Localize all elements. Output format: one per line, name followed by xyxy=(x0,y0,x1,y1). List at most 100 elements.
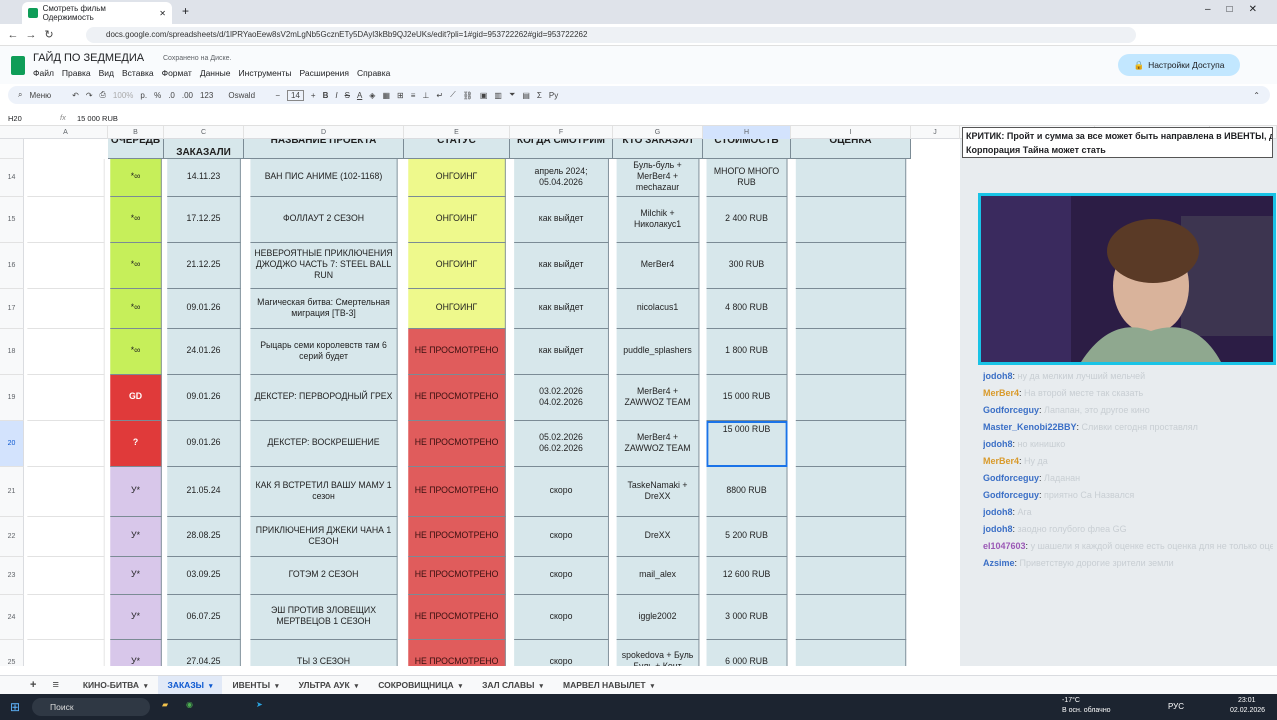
cell-title[interactable]: ГОТЭМ 2 СЕЗОН xyxy=(250,557,398,595)
cell-when[interactable]: 03.02.2026 04.02.2026 xyxy=(514,375,609,421)
sheets-logo-icon[interactable] xyxy=(11,56,25,75)
chevron-down-icon[interactable]: ▾ xyxy=(209,683,213,690)
empty-cell[interactable] xyxy=(27,595,105,640)
cell-title[interactable]: Рыцарь семи королевств там 6 серий будет xyxy=(250,329,398,375)
text-color-icon[interactable]: A xyxy=(357,91,362,100)
reload-icon[interactable]: ↻ xyxy=(40,28,58,41)
chat-username[interactable]: jodoh8 xyxy=(983,524,1013,534)
cell-price[interactable]: 5 200 RUB xyxy=(706,517,788,557)
column-header[interactable]: C xyxy=(164,126,244,139)
chat-username[interactable]: MerBer4 xyxy=(983,456,1019,466)
print-icon[interactable]: ⎙ xyxy=(100,90,106,100)
increase-decimal[interactable]: .00 xyxy=(182,91,193,100)
fill-color-icon[interactable]: ◈ xyxy=(369,91,375,100)
sheet-tab[interactable]: ЗАЛ СЛАВЫ ▾ xyxy=(472,676,553,695)
cell-when[interactable]: как выйдет xyxy=(514,197,609,243)
comment-icon[interactable]: ▣ xyxy=(480,91,488,100)
chat-username[interactable]: Godforceguy xyxy=(983,473,1039,483)
empty-cell[interactable] xyxy=(27,557,105,595)
new-tab-icon[interactable]: + xyxy=(182,4,189,18)
cell-queue[interactable]: *∞ xyxy=(110,289,162,329)
weather-temp[interactable]: -17°C xyxy=(1062,697,1080,704)
formula-input[interactable]: 15 000 RUB xyxy=(77,114,118,123)
row-header[interactable]: 23 xyxy=(0,557,24,595)
cell-title[interactable]: ЭШ ПРОТИВ ЗЛОВЕЩИХ МЕРТВЕЦОВ 1 СЕЗОН xyxy=(250,595,398,640)
sheet-tab[interactable]: МАРВЕЛ НАВЫЛЕТ ▾ xyxy=(553,676,664,695)
empty-cell[interactable] xyxy=(27,289,105,329)
empty-cell[interactable] xyxy=(27,329,105,375)
sheet-tab[interactable]: КИНО-БИТВА ▾ xyxy=(73,676,158,695)
cell-status[interactable]: ОНГОИНГ xyxy=(408,197,506,243)
cell-who[interactable]: spokedova + Буль Буль + Конт xyxy=(616,640,700,666)
column-header[interactable]: B xyxy=(108,126,164,139)
decrease-decimal[interactable]: .0 xyxy=(168,91,175,100)
empty-cell[interactable] xyxy=(27,375,105,421)
file-explorer-icon[interactable]: ▰ xyxy=(162,700,168,709)
cell-price[interactable]: 8800 RUB xyxy=(706,467,788,517)
cell-rating[interactable] xyxy=(795,517,907,557)
cell-when[interactable]: скоро xyxy=(514,557,609,595)
column-header[interactable]: F xyxy=(510,126,613,139)
menu-item[interactable]: Справка xyxy=(357,68,390,78)
cell-rating[interactable] xyxy=(795,467,907,517)
row-header[interactable]: 24 xyxy=(0,595,24,640)
empty-cell[interactable] xyxy=(27,421,105,467)
font-size-input[interactable]: 14 xyxy=(287,89,304,101)
cell-date[interactable]: 06.07.25 xyxy=(167,595,241,640)
address-bar[interactable]: docs.google.com/spreadsheets/d/1lPRYaoEe… xyxy=(86,27,1136,43)
empty-cell[interactable] xyxy=(27,243,105,289)
empty-cell[interactable] xyxy=(27,197,105,243)
search-menus-icon[interactable]: ⌕ xyxy=(18,90,22,100)
all-sheets-icon[interactable]: ≡ xyxy=(46,679,72,691)
cell-status[interactable]: НЕ ПРОСМОТРЕНО xyxy=(408,595,506,640)
chevron-down-icon[interactable]: ▾ xyxy=(540,683,544,690)
chat-username[interactable]: jodoh8 xyxy=(983,507,1013,517)
cell-date[interactable]: 03.09.25 xyxy=(167,557,241,595)
share-button[interactable]: 🔒 Настройки Доступа xyxy=(1118,54,1240,76)
cell-title[interactable]: Магическая битва: Смертельная миграция [… xyxy=(250,289,398,329)
font-size-increase-icon[interactable]: + xyxy=(311,91,316,100)
cell-when[interactable]: апрель 2024; 05.04.2026 xyxy=(514,159,609,197)
cell-date[interactable]: 09.01.26 xyxy=(167,421,241,467)
undo-icon[interactable]: ↶ xyxy=(72,91,79,100)
more-formats[interactable]: 123 xyxy=(200,91,213,100)
cell-when[interactable]: как выйдет xyxy=(514,243,609,289)
menu-search[interactable]: Меню xyxy=(29,91,51,100)
menu-item[interactable]: Инструменты xyxy=(239,68,292,78)
cell-who[interactable]: Буль-буль + MerBer4 + mechazaur xyxy=(616,159,700,197)
cell-when[interactable]: как выйдет xyxy=(514,329,609,375)
cell-when[interactable]: скоро xyxy=(514,517,609,557)
sheet-tab[interactable]: СОКРОВИЩНИЦА ▾ xyxy=(368,676,472,695)
cell-date[interactable]: 14.11.23 xyxy=(167,159,241,197)
menu-item[interactable]: Расширения xyxy=(300,68,349,78)
cell-when[interactable]: скоро xyxy=(514,595,609,640)
cell-queue[interactable]: ? xyxy=(110,421,162,467)
taskbar-search[interactable]: Поиск xyxy=(32,698,150,716)
rotate-icon[interactable]: ⟋ xyxy=(450,90,456,100)
chat-username[interactable]: Master_Kenobi22BBY xyxy=(983,422,1077,432)
cell-status[interactable]: НЕ ПРОСМОТРЕНО xyxy=(408,375,506,421)
chrome-icon[interactable]: ◉ xyxy=(186,700,193,709)
start-icon[interactable]: ⊞ xyxy=(10,700,20,714)
cell-title[interactable]: КАК Я ВСТРЕТИЛ ВАШУ МАМУ 1 сезон xyxy=(250,467,398,517)
cell-price[interactable]: 6 000 RUB xyxy=(706,640,788,666)
cell-price[interactable]: 3 000 RUB xyxy=(706,595,788,640)
row-header[interactable]: 19 xyxy=(0,375,24,421)
cell-rating[interactable] xyxy=(795,640,907,666)
clock-date[interactable]: 02.02.2026 xyxy=(1230,707,1265,714)
cell-title[interactable]: ФОЛЛАУТ 2 СЕЗОН xyxy=(250,197,398,243)
cell-queue[interactable]: *∞ xyxy=(110,159,162,197)
cell-title[interactable]: ДЕКСТЕР: ПЕРВОРОДНЫЙ ГРЕХ xyxy=(250,375,398,421)
cell-date[interactable]: 09.01.26 xyxy=(167,289,241,329)
align-icon[interactable]: ≡ xyxy=(411,91,416,100)
cell-rating[interactable] xyxy=(795,557,907,595)
borders-icon[interactable]: ▦ xyxy=(382,91,390,100)
name-box[interactable]: H20 xyxy=(8,114,22,123)
sheet-tab[interactable]: ЗАКАЗЫ ▾ xyxy=(157,675,223,695)
merged-note-cell[interactable]: КРИТИК: Пройт и сумма за все может быть … xyxy=(962,127,1273,158)
currency-format[interactable]: р. xyxy=(140,91,147,100)
menu-item[interactable]: Вставка xyxy=(122,68,154,78)
cell-when[interactable]: 05.02.2026 06.02.2026 xyxy=(514,421,609,467)
cell-price[interactable]: 2 400 RUB xyxy=(706,197,788,243)
cell-rating[interactable] xyxy=(795,197,907,243)
